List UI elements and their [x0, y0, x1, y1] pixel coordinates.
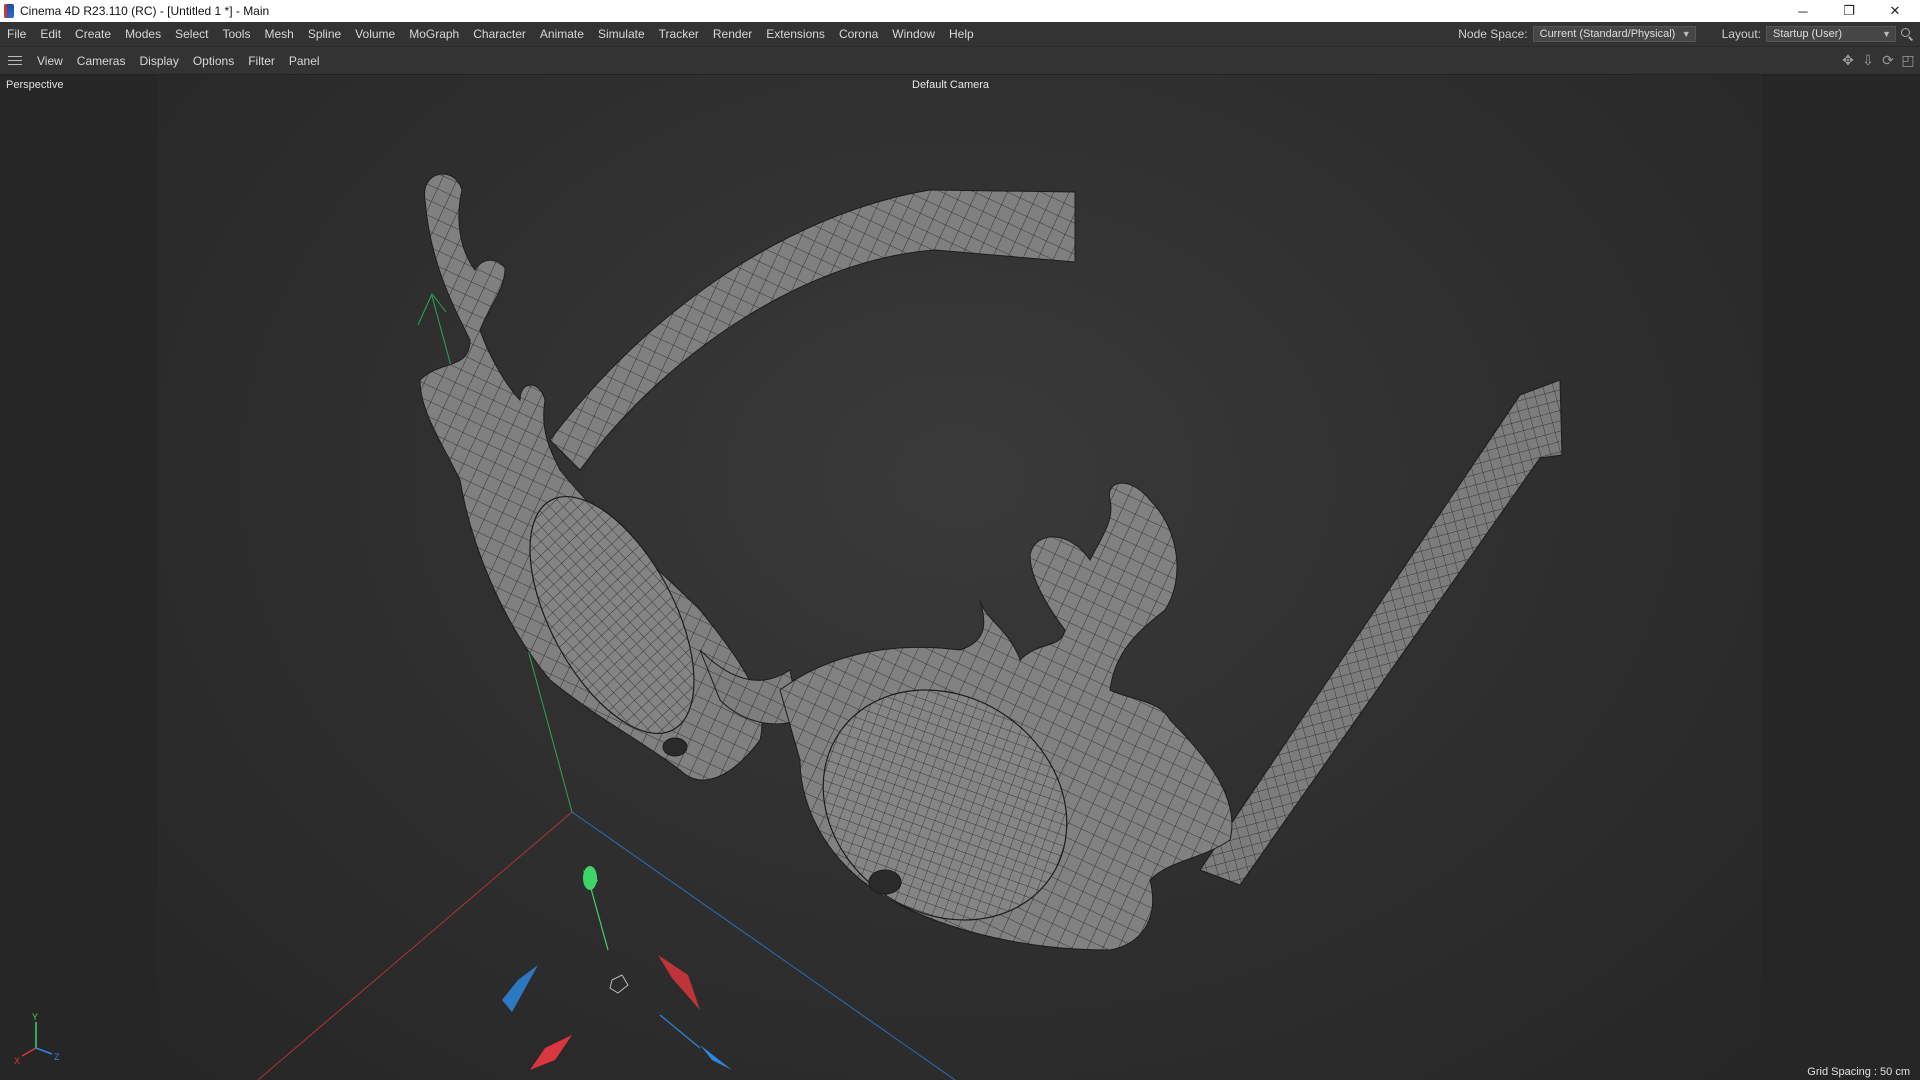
axis-y-label: Y	[32, 1012, 38, 1022]
menu-mograph[interactable]: MoGraph	[402, 22, 466, 46]
menu-spline[interactable]: Spline	[301, 22, 348, 46]
viewport-menu-panel[interactable]: Panel	[282, 54, 327, 68]
viewport-menubar: View Cameras Display Options Filter Pane…	[0, 47, 1920, 75]
chevron-down-icon: ▼	[1882, 29, 1891, 39]
menu-file[interactable]: File	[0, 22, 33, 46]
axis-z-label: Z	[54, 1052, 60, 1062]
menu-tools[interactable]: Tools	[215, 22, 257, 46]
transform-gizmo[interactable]	[502, 866, 732, 1070]
node-space-value: Current (Standard/Physical)	[1539, 28, 1676, 40]
menu-mesh[interactable]: Mesh	[257, 22, 300, 46]
layout-value: Startup (User)	[1773, 28, 1843, 40]
axis-x-label: X	[14, 1056, 20, 1065]
viewport-menu-view[interactable]: View	[30, 54, 70, 68]
menu-tracker[interactable]: Tracker	[652, 22, 706, 46]
maximize-view-icon[interactable]: ◰	[1900, 52, 1916, 68]
viewport-menu-filter[interactable]: Filter	[241, 54, 282, 68]
main-menubar: File Edit Create Modes Select Tools Mesh…	[0, 22, 1920, 47]
close-icon[interactable]: ✕	[1872, 0, 1918, 22]
scene-canvas[interactable]	[0, 75, 1920, 1080]
menu-edit[interactable]: Edit	[33, 22, 68, 46]
glasses-left-temple	[549, 189, 1076, 471]
search-icon[interactable]	[1900, 27, 1914, 41]
chevron-down-icon: ▼	[1681, 29, 1691, 39]
viewport-menu-cameras[interactable]: Cameras	[70, 54, 133, 68]
viewport-menu-display[interactable]: Display	[132, 54, 185, 68]
viewport-camera-label[interactable]: Default Camera	[912, 79, 989, 91]
menubar-right-controls: Node Space: Current (Standard/Physical) …	[1458, 22, 1920, 46]
menu-volume[interactable]: Volume	[348, 22, 402, 46]
cinema4d-app-icon	[4, 4, 14, 18]
layout-dropdown[interactable]: Startup (User) ▼	[1766, 26, 1896, 42]
perspective-viewport[interactable]: Perspective Default Camera Y X Z Grid Sp…	[0, 75, 1920, 1080]
menu-select[interactable]: Select	[168, 22, 215, 46]
menu-animate[interactable]: Animate	[533, 22, 591, 46]
layout-label: Layout:	[1721, 27, 1761, 41]
glasses-right-temple	[1199, 379, 1563, 886]
menu-window[interactable]: Window	[885, 22, 942, 46]
viewport-nav-icons: ✥ ⇩ ⟳ ◰	[1840, 52, 1916, 68]
hamburger-menu-icon[interactable]	[8, 55, 22, 66]
viewport-projection-label: Perspective	[6, 79, 64, 91]
grid-spacing-label: Grid Spacing : 50 cm	[1807, 1066, 1910, 1078]
restore-icon[interactable]: ❐	[1826, 0, 1872, 22]
menu-corona[interactable]: Corona	[832, 22, 885, 46]
menu-character[interactable]: Character	[466, 22, 533, 46]
move-view-icon[interactable]: ✥	[1840, 52, 1856, 68]
minimize-icon[interactable]: ─	[1780, 0, 1826, 22]
glasses-right-rim	[779, 482, 1233, 951]
menu-simulate[interactable]: Simulate	[591, 22, 652, 46]
menu-modes[interactable]: Modes	[118, 22, 168, 46]
menu-create[interactable]: Create	[68, 22, 118, 46]
window-title: Cinema 4D R23.110 (RC) - [Untitled 1 *] …	[20, 4, 270, 18]
menu-extensions[interactable]: Extensions	[759, 22, 832, 46]
window-titlebar: Cinema 4D R23.110 (RC) - [Untitled 1 *] …	[0, 0, 1920, 22]
world-axis-indicator: Y X Z	[14, 1012, 60, 1065]
node-space-label: Node Space:	[1458, 27, 1528, 41]
menu-render[interactable]: Render	[706, 22, 759, 46]
viewport-menu-options[interactable]: Options	[186, 54, 241, 68]
rotate-view-icon[interactable]: ⟳	[1880, 52, 1896, 68]
glasses-left-rim	[419, 173, 763, 781]
dolly-view-icon[interactable]: ⇩	[1860, 52, 1876, 68]
node-space-dropdown[interactable]: Current (Standard/Physical) ▼	[1532, 26, 1696, 42]
menu-help[interactable]: Help	[942, 22, 981, 46]
